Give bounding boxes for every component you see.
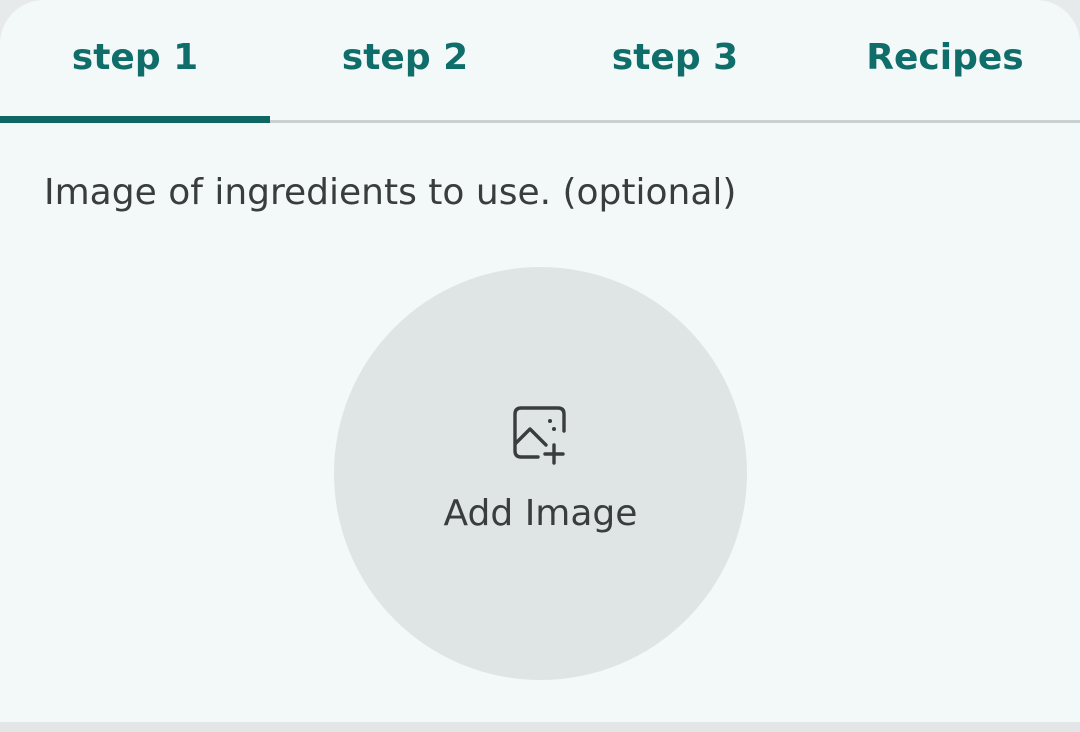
- tab-recipes-label: Recipes: [866, 36, 1024, 78]
- ingredients-image-prompt: Image of ingredients to use. (optional): [44, 172, 737, 213]
- add-photo-icon: [513, 406, 566, 465]
- tab-step-2[interactable]: step 2: [270, 0, 540, 116]
- tab-step-1-label: step 1: [71, 36, 199, 78]
- tab-recipes[interactable]: Recipes: [810, 0, 1080, 116]
- tab-step-3[interactable]: step 3: [540, 0, 810, 116]
- tab-step-2-label: step 2: [341, 36, 469, 78]
- step-sheet: step 1 step 2 step 3 Recipes Image of in…: [0, 0, 1080, 722]
- selected-tab-indicator: [0, 116, 270, 123]
- tab-step-3-label: step 3: [611, 36, 739, 78]
- tab-bar: step 1 step 2 step 3 Recipes: [0, 0, 1080, 122]
- add-image-button[interactable]: Add Image: [334, 267, 747, 680]
- tab-step-1[interactable]: step 1: [0, 0, 270, 116]
- bottom-edge: [0, 722, 1080, 732]
- add-image-label: Add Image: [443, 493, 638, 534]
